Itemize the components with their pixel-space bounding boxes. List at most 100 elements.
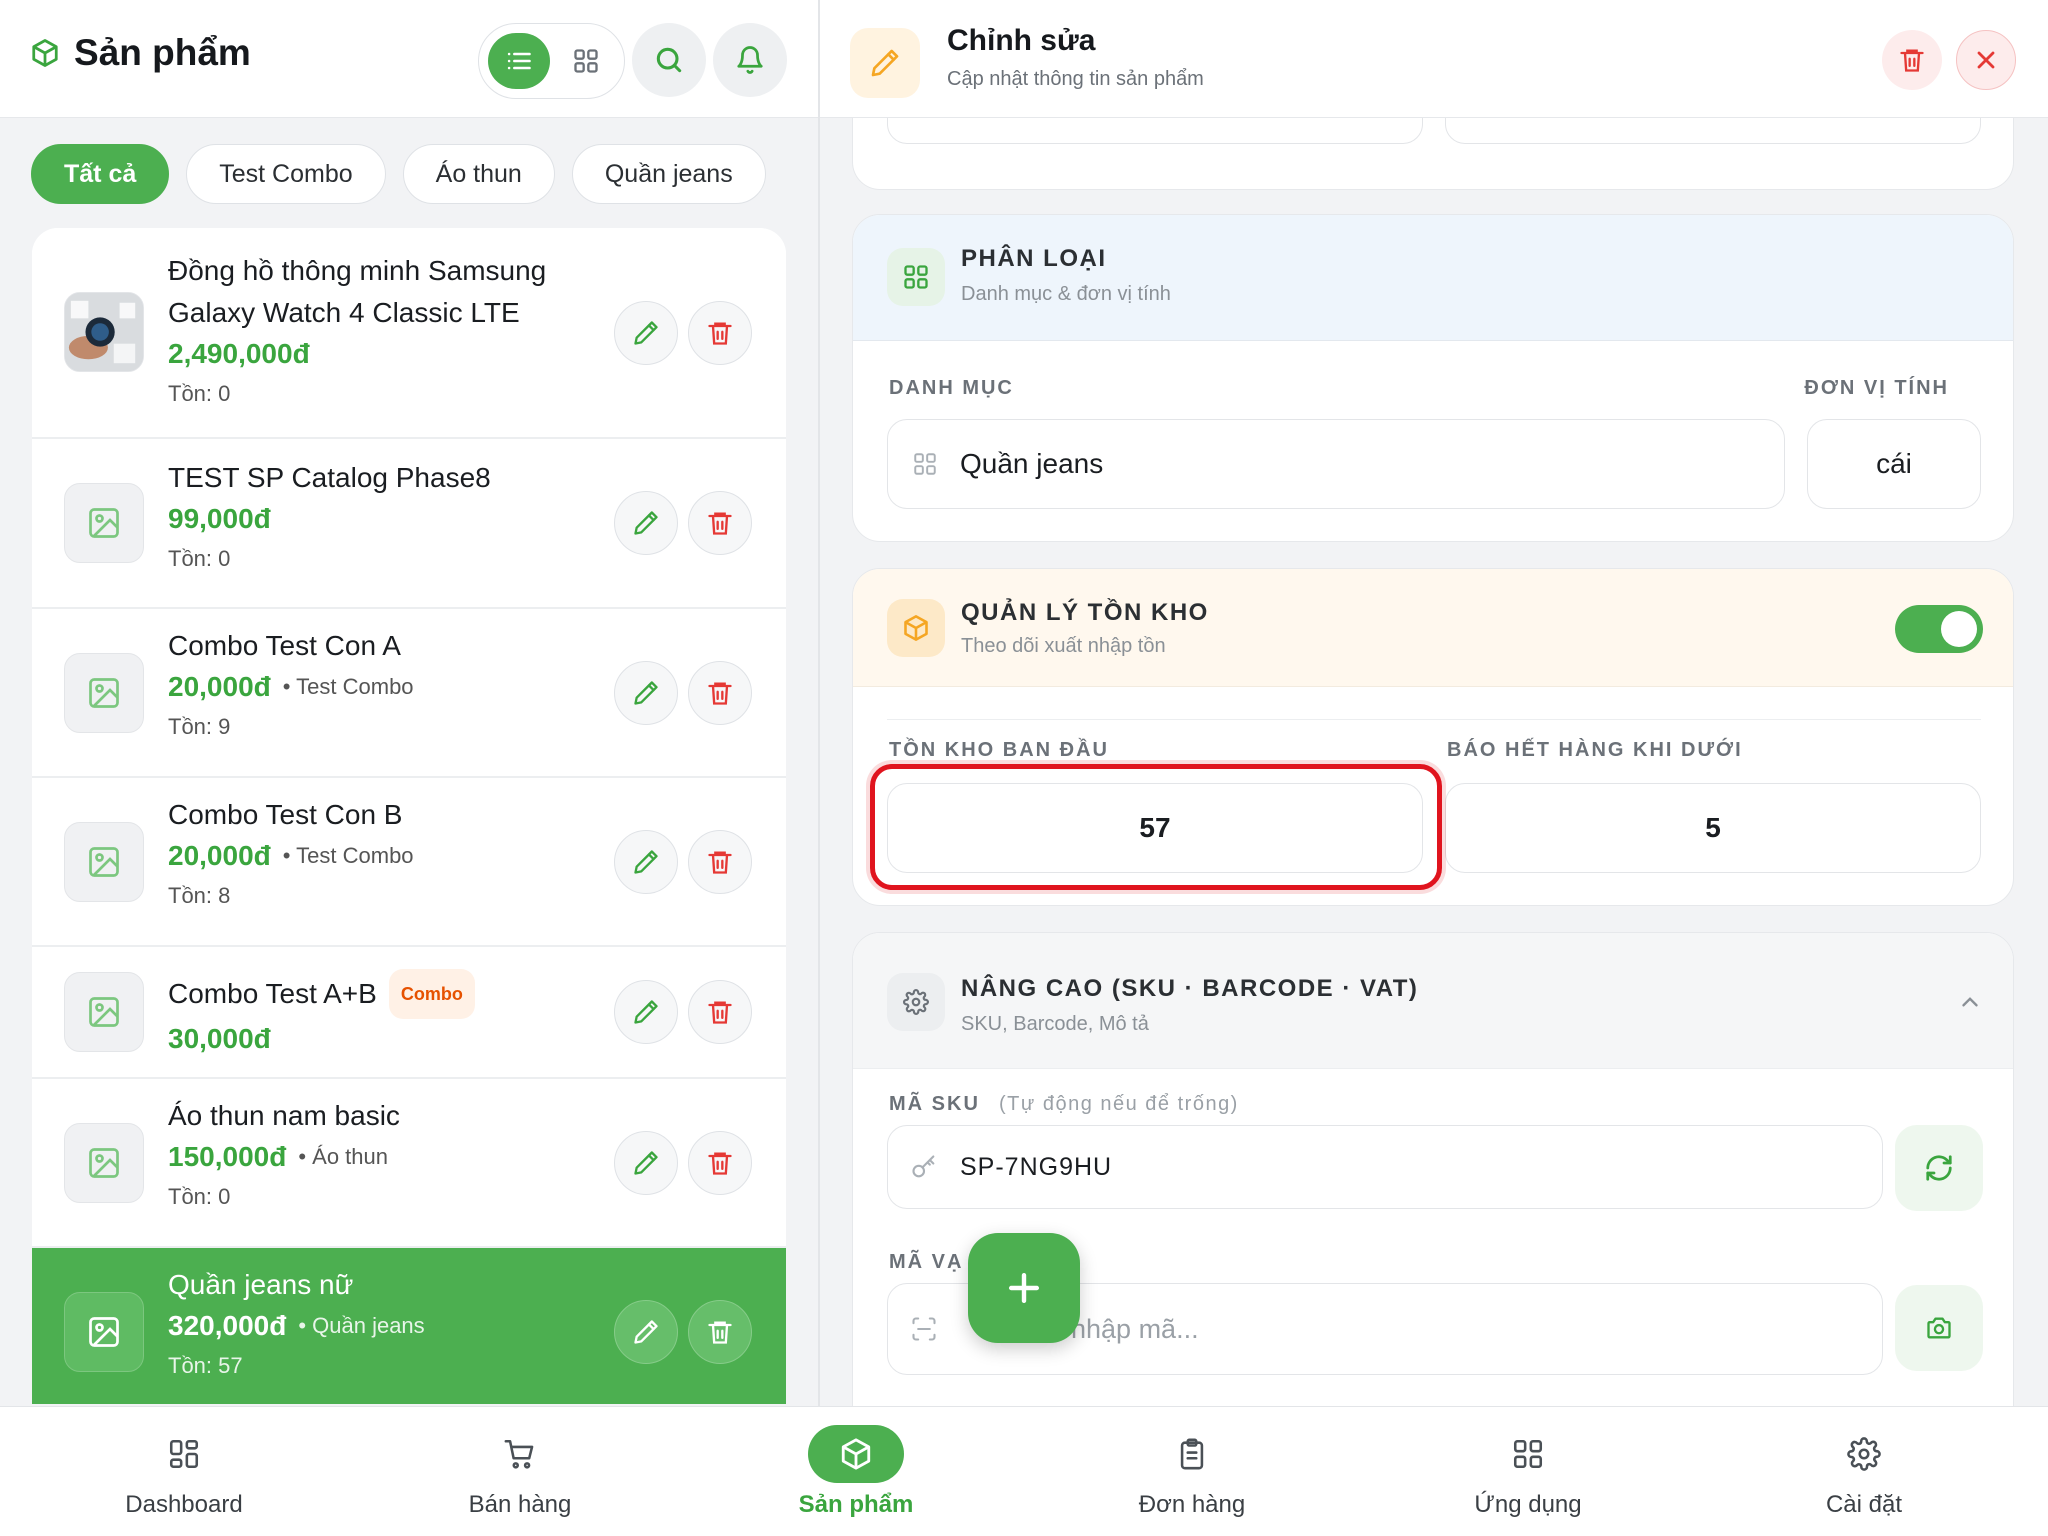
product-stock: Tồn: 9 [168, 714, 231, 739]
chevron-up-icon[interactable] [1957, 989, 1983, 1015]
edit-product-button[interactable] [614, 661, 678, 725]
edit-title: Chỉnh sửa [947, 24, 1096, 57]
nav-don-hang[interactable]: Đơn hàng [1024, 1407, 1360, 1536]
box-icon [30, 38, 60, 68]
close-button[interactable] [1956, 30, 2016, 90]
trash-icon [706, 679, 734, 707]
grid-view-button[interactable] [555, 33, 617, 89]
search-icon [653, 44, 685, 76]
category-select[interactable]: Quần jeans [887, 419, 1785, 509]
product-row-selected[interactable]: Quần jeans nữ 320,000đ • Quần jeans Tồn: … [32, 1248, 786, 1404]
edit-product-button[interactable] [614, 301, 678, 365]
products-header: Sản phẩm [0, 0, 819, 118]
section-title: PHÂN LOẠI [961, 245, 1107, 272]
gear-icon [1816, 1425, 1912, 1483]
delete-product-button[interactable] [688, 1131, 752, 1195]
search-button[interactable] [632, 23, 706, 97]
product-row[interactable]: TEST SP Catalog Phase8 99,000đ Tồn: 0 [32, 439, 786, 609]
product-price: 99,000đ [168, 503, 271, 534]
product-price: 20,000đ [168, 671, 271, 702]
trash-icon [706, 998, 734, 1026]
trash-icon [1898, 46, 1926, 74]
page-title: Sản phẩm [30, 32, 251, 74]
scan-icon [910, 1315, 938, 1343]
combo-badge: Combo [388, 969, 475, 1019]
low-stock-alert-label: BÁO HẾT HÀNG KHI DƯỚI [1447, 739, 1743, 761]
advanced-header[interactable]: NÂNG CAO (SKU · BARCODE · VAT) SKU, Barc… [853, 933, 2013, 1069]
nav-dashboard[interactable]: Dashboard [16, 1407, 352, 1536]
sku-input[interactable]: SP-7NG9HU [887, 1125, 1883, 1209]
add-product-fab[interactable] [968, 1233, 1080, 1343]
nav-cai-dat[interactable]: Cài đặt [1696, 1407, 2032, 1536]
product-row[interactable]: Combo Test A+B Combo 30,000đ [32, 947, 786, 1079]
inventory-toggle[interactable] [1895, 605, 1983, 653]
nav-label: Bán hàng [468, 1491, 572, 1518]
unit-value: cái [1876, 448, 1912, 479]
product-category: • Áo thun [298, 1144, 388, 1169]
product-row[interactable]: Combo Test Con A 20,000đ • Test Combo Tồn… [32, 609, 786, 778]
scan-barcode-button[interactable] [1895, 1285, 1983, 1371]
edit-product-button[interactable] [614, 1300, 678, 1364]
delete-product-button[interactable] [688, 830, 752, 894]
trash-icon [706, 319, 734, 347]
trash-icon [706, 1318, 734, 1346]
delete-product-button[interactable] [688, 661, 752, 725]
delete-product-button[interactable] [688, 980, 752, 1044]
product-row[interactable]: Đồng hồ thông minh Samsung Galaxy Watch … [32, 228, 786, 439]
edit-icon-box [850, 28, 920, 98]
product-list: Đồng hồ thông minh Samsung Galaxy Watch … [32, 228, 786, 1404]
regenerate-sku-button[interactable] [1895, 1125, 1983, 1211]
delete-product-button[interactable] [688, 1300, 752, 1364]
product-price: 20,000đ [168, 840, 271, 871]
product-stock: Tồn: 8 [168, 883, 231, 908]
unit-field[interactable]: cái [1807, 419, 1981, 509]
toggle-knob [1941, 611, 1977, 647]
nav-label: Dashboard [125, 1491, 243, 1518]
image-placeholder-icon [64, 822, 144, 902]
category-value: Quần jeans [960, 448, 1104, 479]
chip-ao-thun[interactable]: Áo thun [402, 144, 555, 204]
chip-all[interactable]: Tất cả [31, 144, 170, 204]
product-row[interactable]: Combo Test Con B 20,000đ • Test Combo Tồn… [32, 778, 786, 947]
edit-product-button[interactable] [614, 830, 678, 894]
edit-product-button[interactable] [614, 491, 678, 555]
inventory-header: QUẢN LÝ TỒN KHO Theo dõi xuất nhập tồn [853, 569, 2013, 687]
nav-san-pham[interactable]: Sản phẩm [688, 1407, 1024, 1536]
product-category: • Test Combo [282, 674, 414, 699]
chip-quan-jeans[interactable]: Quần jeans [571, 144, 766, 204]
nav-label: Cài đặt [1825, 1491, 1903, 1518]
list-icon [505, 47, 533, 75]
close-icon [1972, 46, 2000, 74]
edit-product-button[interactable] [614, 1131, 678, 1195]
trash-icon [706, 848, 734, 876]
image-placeholder-icon [64, 1292, 144, 1372]
product-category: • Test Combo [282, 843, 414, 868]
delete-product-button[interactable] [688, 301, 752, 365]
nav-ung-dung[interactable]: Ứng dụng [1360, 1407, 1696, 1536]
chip-test-combo[interactable]: Test Combo [186, 144, 386, 204]
product-name: Combo Test Con A [168, 630, 401, 661]
product-name: TEST SP Catalog Phase8 [168, 462, 491, 493]
edit-subtitle: Cập nhật thông tin sản phẩm [947, 68, 1204, 90]
pencil-icon [632, 1149, 660, 1177]
category-filter-chips: Tất cả Test Combo Áo thun Quần jeans [31, 144, 791, 204]
edit-product-button[interactable] [614, 980, 678, 1044]
section-subtitle: SKU, Barcode, Mô tả [961, 1013, 1149, 1035]
nav-label: Đơn hàng [1138, 1491, 1246, 1518]
classification-header: PHÂN LOẠI Danh mục & đơn vị tính [853, 215, 2013, 341]
highlight-box [870, 764, 1442, 890]
product-price: 320,000đ [168, 1310, 287, 1341]
product-stock: Tồn: 0 [168, 381, 231, 406]
low-stock-alert-input[interactable]: 5 [1445, 783, 1981, 873]
pencil-icon [869, 47, 901, 79]
pencil-icon [632, 1318, 660, 1346]
notifications-button[interactable] [713, 23, 787, 97]
list-view-button[interactable] [488, 33, 550, 89]
delete-product-button[interactable] [1882, 30, 1942, 90]
section-title: NÂNG CAO (SKU · BARCODE · VAT) [961, 975, 1419, 1002]
product-row[interactable]: Áo thun nam basic 150,000đ • Áo thun Tồn:… [32, 1079, 786, 1248]
dashboard-icon [136, 1425, 232, 1483]
grid-icon [572, 47, 600, 75]
nav-ban-hang[interactable]: Bán hàng [352, 1407, 688, 1536]
delete-product-button[interactable] [688, 491, 752, 555]
